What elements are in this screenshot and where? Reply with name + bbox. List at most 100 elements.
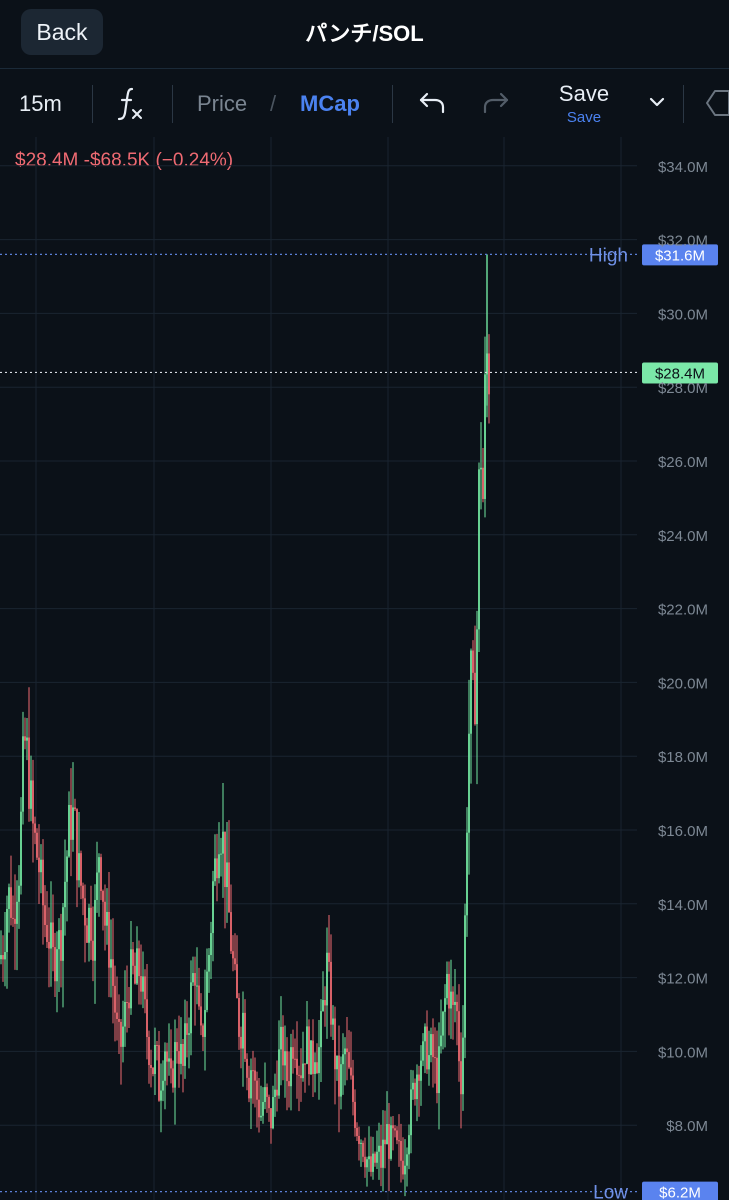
candle-body [288,1081,290,1087]
candle-body [120,1021,122,1047]
toolbar-separator [683,85,684,123]
candle [414,1078,416,1106]
candle [392,1116,394,1151]
candle-body [326,952,328,1006]
candle-body [200,1006,202,1026]
candle [270,1108,272,1144]
candle-body [330,961,332,1025]
candle [292,1029,294,1074]
candle-body [92,940,94,961]
tab-price[interactable]: Price [197,91,247,117]
candle [6,895,8,989]
y-tick-label: $32.0M [658,233,708,250]
candle [196,947,198,1005]
candle [460,1032,462,1129]
candle-body [274,1089,276,1098]
candle-body [78,853,80,881]
toolbar-separator [92,85,93,123]
candle [398,1114,400,1167]
candle [382,1110,384,1192]
candle [150,1049,152,1088]
redo-icon[interactable] [482,89,510,117]
candle-body [86,925,88,943]
candle-body [470,650,472,734]
candle-body [190,982,192,1034]
candle [442,1010,444,1050]
candle [170,1029,172,1084]
candle [366,1156,368,1187]
candle-body [422,1041,424,1061]
candle-body [352,1075,354,1102]
candle-body [354,1101,356,1128]
fx-icon[interactable] [116,83,146,123]
candle-body [442,1011,444,1036]
candle [420,1045,422,1106]
candle-body [402,1160,404,1175]
candle [444,984,446,1048]
candle-body [454,1001,456,1005]
candle [274,1073,276,1117]
candle-body [488,353,490,395]
candle [48,907,50,988]
candle [226,821,228,923]
candle-body [356,1127,358,1136]
candle-body [430,1034,432,1056]
candle [374,1151,376,1167]
candle-body [394,1128,396,1131]
candlestick-chart[interactable]: High $31.6M$28.4MLow $6.2M $8.0M$10.0M$12.… [0,137,729,1200]
tab-mcap[interactable]: MCap [300,91,360,117]
undo-icon[interactable] [418,89,446,117]
candle-body [164,1051,166,1081]
candle [132,942,134,975]
candle [238,993,240,1050]
y-tick-label: $16.0M [658,823,708,840]
candle [242,991,244,1087]
candle-body [304,1063,306,1065]
candle [76,808,78,908]
candle [450,959,452,1039]
chevron-down-icon[interactable] [648,95,666,109]
candle [124,970,126,1047]
candle [316,1043,318,1075]
candle-body [384,1139,386,1145]
candle [104,884,106,951]
candle-body [36,832,38,858]
candle-body [150,1065,152,1069]
chart-toolbar: 15m Price / MCap Save Save [0,69,729,137]
candle [354,1089,356,1137]
candle-body [238,997,240,1037]
candle-body [174,1042,176,1088]
candle [478,462,480,652]
candle [284,1025,286,1098]
candle [166,1042,168,1086]
candle-body [104,901,106,926]
candle-body [112,959,114,986]
candle-body [44,905,46,926]
candle [220,837,222,877]
candle [84,884,86,963]
candle [36,828,38,861]
candle [40,844,42,894]
candle-body [206,971,208,1010]
candle-body [462,1037,464,1095]
candle-body [342,1054,344,1065]
candle [368,1126,370,1172]
candle-body [408,1135,410,1155]
candle [12,895,14,927]
drawing-tool-icon[interactable] [701,87,729,119]
candle-body [106,911,108,926]
candle [78,812,80,888]
candle [80,850,82,900]
candle-body [452,991,454,1005]
interval-selector[interactable]: 15m [19,91,62,117]
candle-body [222,831,224,854]
high-price-badge: $31.6M [655,247,705,264]
save-button[interactable]: Save [540,81,628,107]
candle [28,687,30,822]
candle-body [28,737,30,809]
candle [70,768,72,877]
candle [458,984,460,1082]
candle-body [166,1051,168,1062]
candle-body [446,973,448,999]
candle [94,884,96,1004]
